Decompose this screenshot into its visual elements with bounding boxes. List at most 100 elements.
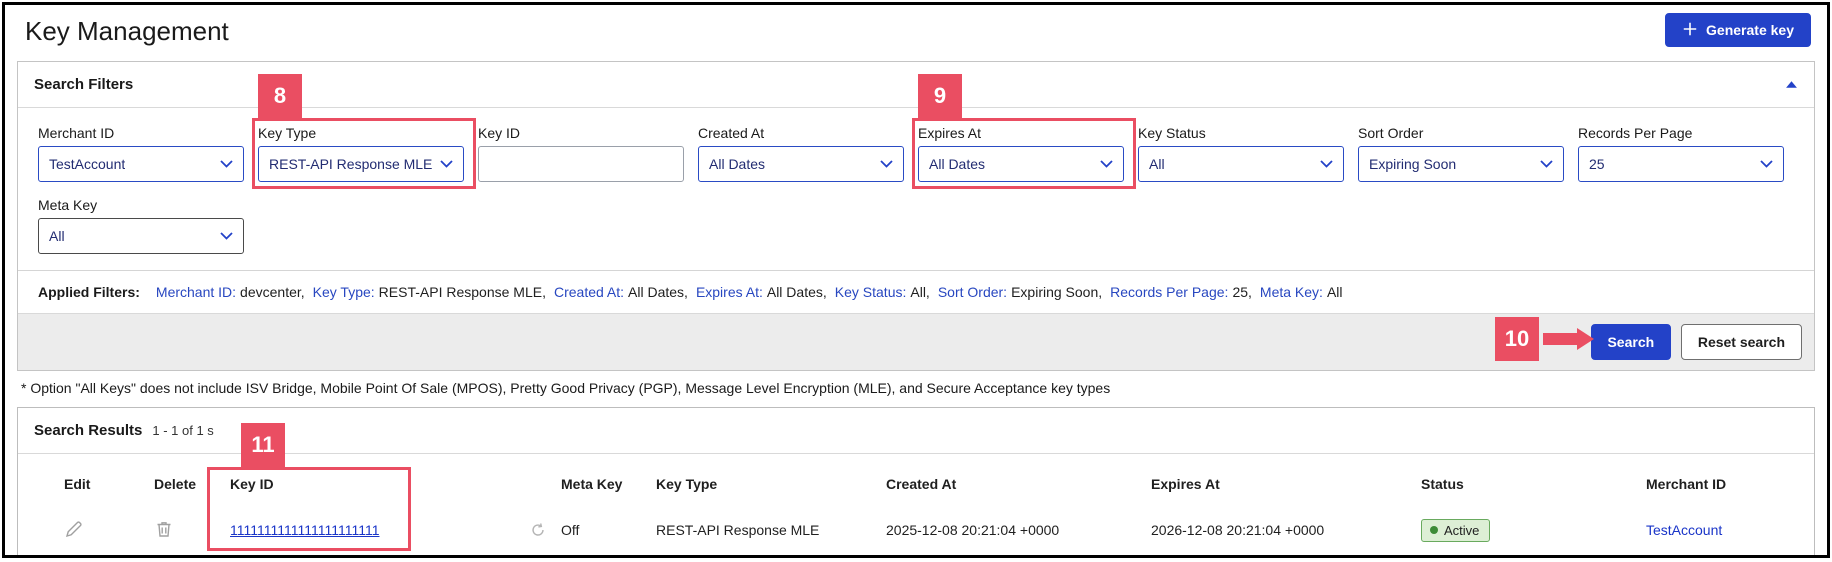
meta-key-cell: Off (561, 522, 580, 538)
key-management-page: Key Management Generate key Search Filte… (2, 2, 1830, 558)
applied-filters-heading: Applied Filters: (38, 284, 140, 300)
filter-merchant-id: Merchant ID TestAccount (38, 124, 244, 182)
filter-created-at: Created At All Dates (698, 124, 904, 182)
rotate-cell (514, 521, 559, 539)
created-at-label: Created At (698, 125, 765, 141)
sort-order-label: Sort Order (1358, 125, 1424, 141)
applied-filter-label: Meta Key: (1259, 284, 1323, 300)
generate-key-button[interactable]: Generate key (1665, 13, 1811, 47)
status-badge: Active (1421, 518, 1491, 542)
generate-key-label: Generate key (1706, 22, 1794, 38)
search-button[interactable]: Search (1590, 324, 1671, 360)
delete-button[interactable] (154, 519, 174, 539)
filter-row-2: Meta Key All (38, 196, 1800, 254)
expires-at-label: Expires At (918, 125, 982, 141)
table-header-row: Edit Delete Key ID Meta Key Key Type Cre… (18, 454, 1814, 504)
applied-filter-value: devcenter, (240, 284, 305, 300)
applied-filter-label: Key Status: (834, 284, 907, 300)
plus-icon (1682, 21, 1698, 40)
column-header-edit: Edit (64, 476, 91, 492)
applied-filter-label: Created At: (553, 284, 625, 300)
created-at-select[interactable]: All Dates (698, 146, 904, 182)
search-results-header: Search Results 1 - 1 of 1 s (18, 408, 1814, 454)
table-row: 1111111111111111111111 Off REST-API Resp… (18, 504, 1814, 555)
search-filters-panel: Search Filters Merchant ID TestAccount K… (17, 61, 1815, 371)
rotate-icon (529, 523, 547, 542)
created-at-cell: 2025-12-08 20:21:04 +0000 (886, 522, 1060, 538)
chevron-down-icon (1760, 155, 1773, 173)
key-status-select[interactable]: All (1138, 146, 1344, 182)
column-header-created-at: Created At (886, 476, 957, 492)
merchant-id-link[interactable]: TestAccount (1646, 522, 1722, 538)
column-header-status: Status (1421, 476, 1464, 492)
chevron-down-icon (880, 155, 893, 173)
collapse-caret-icon[interactable] (1785, 76, 1798, 94)
filter-key-id: Key ID (478, 124, 684, 182)
applied-filter-label: Sort Order: (937, 284, 1008, 300)
filters-body: Merchant ID TestAccount Key Type REST-AP… (18, 108, 1814, 254)
filter-records-per-page: Records Per Page 25 (1578, 124, 1784, 182)
column-header-merchant-id: Merchant ID (1646, 476, 1727, 492)
edit-cell (34, 519, 124, 542)
filter-row-1: Merchant ID TestAccount Key Type REST-AP… (38, 124, 1800, 182)
filter-meta-key: Meta Key All (38, 196, 244, 254)
chevron-down-icon (440, 155, 453, 173)
column-header-key-type: Key Type (656, 476, 718, 492)
filter-actions-bar: Search Reset search (18, 313, 1814, 370)
applied-filter-value: 25, (1232, 284, 1252, 300)
applied-filter-value: All Dates, (628, 284, 688, 300)
status-label: Active (1444, 522, 1480, 538)
applied-filter-value: Expiring Soon, (1011, 284, 1103, 300)
rotate-key-button[interactable] (529, 521, 547, 539)
chevron-down-icon (1100, 155, 1113, 173)
applied-filter-value: All (1326, 284, 1343, 300)
delete-cell (124, 519, 214, 542)
key-status-label: Key Status (1138, 125, 1206, 141)
edit-button[interactable] (64, 519, 84, 539)
column-header-meta-key: Meta Key (561, 476, 623, 492)
applied-filter-label: Records Per Page: (1110, 284, 1229, 300)
search-results-title: Search Results (34, 422, 143, 439)
filter-sort-order: Sort Order Expiring Soon (1358, 124, 1564, 182)
filter-key-type: Key Type REST-API Response MLE (258, 124, 464, 182)
page-header: Key Management Generate key (5, 5, 1827, 57)
expires-at-select[interactable]: All Dates (918, 146, 1124, 182)
expires-at-cell: 2026-12-08 20:21:04 +0000 (1151, 522, 1325, 538)
merchant-id-label: Merchant ID (38, 125, 115, 141)
chevron-down-icon (1540, 155, 1553, 173)
key-type-cell: REST-API Response MLE (656, 522, 820, 538)
pencil-icon (64, 520, 84, 542)
results-count: 1 - 1 of 1 s (152, 423, 214, 438)
chevron-down-icon (1320, 155, 1333, 173)
records-per-page-label: Records Per Page (1578, 125, 1693, 141)
key-id-link[interactable]: 1111111111111111111111 (230, 522, 379, 538)
merchant-id-cell: TestAccount (1644, 522, 1814, 538)
applied-filter-value: All Dates, (766, 284, 827, 300)
reset-search-button[interactable]: Reset search (1680, 324, 1802, 360)
key-id-label: Key ID (478, 125, 521, 141)
search-filters-title: Search Filters (34, 76, 134, 93)
applied-filter-value: All, (910, 284, 930, 300)
applied-filters: Applied Filters: Merchant ID: devcenter, Ke… (18, 270, 1814, 313)
applied-filter-label: Merchant ID: (155, 284, 237, 300)
key-id-input[interactable] (478, 146, 684, 182)
search-results-panel: Search Results 1 - 1 of 1 s Edit Delete … (17, 407, 1815, 555)
key-type-select[interactable]: REST-API Response MLE (258, 146, 464, 182)
chevron-down-icon (220, 227, 233, 245)
applied-filter-value: REST-API Response MLE, (378, 284, 546, 300)
applied-filter-label: Key Type: (312, 284, 375, 300)
key-id-cell: 1111111111111111111111 (214, 522, 514, 538)
records-per-page-select[interactable]: 25 (1578, 146, 1784, 182)
trash-icon (154, 521, 174, 542)
filter-expires-at: Expires At All Dates (918, 124, 1124, 182)
applied-filter-label: Expires At: (695, 284, 763, 300)
meta-key-select[interactable]: All (38, 218, 244, 254)
search-filters-header[interactable]: Search Filters (18, 62, 1814, 108)
column-header-delete: Delete (154, 476, 197, 492)
chevron-down-icon (220, 155, 233, 173)
page-title: Key Management (25, 16, 229, 46)
merchant-id-select[interactable]: TestAccount (38, 146, 244, 182)
sort-order-select[interactable]: Expiring Soon (1358, 146, 1564, 182)
filter-key-status: Key Status All (1138, 124, 1344, 182)
key-type-label: Key Type (258, 125, 317, 141)
